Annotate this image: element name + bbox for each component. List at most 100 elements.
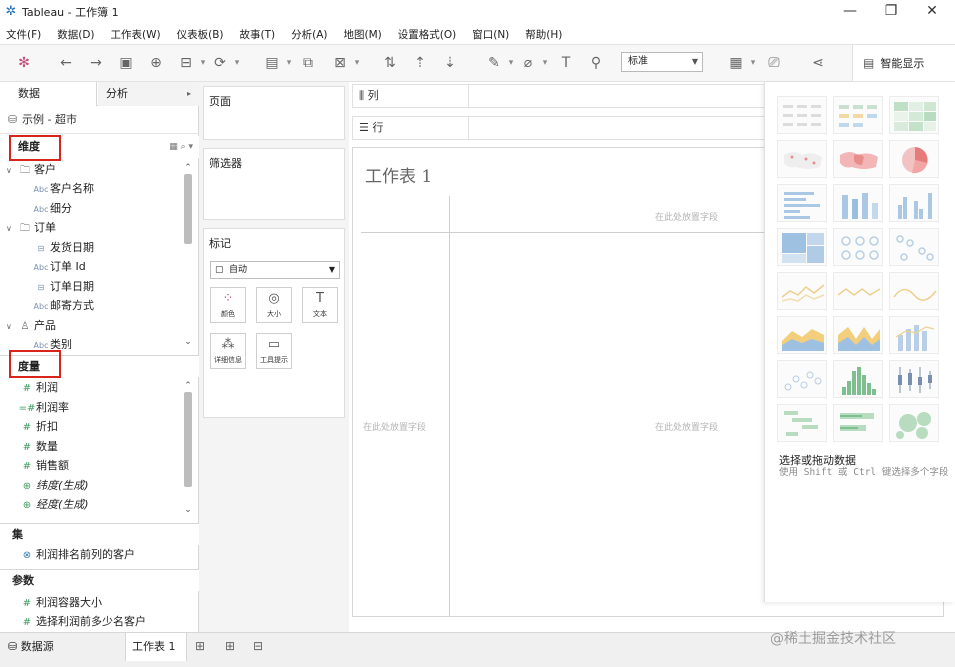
chart-type-scatter[interactable] (777, 360, 827, 398)
labels-icon[interactable]: T (556, 53, 576, 73)
dimension-hierarchy-product[interactable]: ∨ ♙ 产品 (6, 316, 56, 335)
menu-story[interactable]: 故事(T) (240, 27, 276, 42)
refresh-icon[interactable]: ⟳ (210, 53, 230, 73)
new-worksheet-icon[interactable]: ⊞ (195, 639, 205, 653)
chart-type-point-map[interactable] (777, 140, 827, 178)
text-mark-button[interactable]: T 文本 (302, 287, 338, 323)
maximize-button[interactable]: ❐ (871, 0, 911, 24)
measure-field[interactable]: # 销售额 (18, 456, 69, 475)
fit-icon[interactable]: ▦ (726, 53, 746, 73)
new-datasource-icon[interactable]: ⊕ (146, 53, 166, 73)
chart-type-treemap[interactable] (777, 228, 827, 266)
measure-field[interactable]: # 利润 (18, 378, 58, 397)
minimize-button[interactable]: — (830, 0, 870, 24)
back-icon[interactable]: ← (56, 53, 76, 73)
size-mark-button[interactable]: ◎ 大小 (256, 287, 292, 323)
column-drop-hint[interactable]: 在此处放置字段 (655, 210, 718, 223)
clear-sheet-icon[interactable]: ⊠ (330, 53, 350, 73)
share-icon[interactable]: ⋖ (808, 53, 828, 73)
dimension-field[interactable]: Abc 客户名称 (32, 179, 94, 198)
scroll-up-icon[interactable]: ⌃ (182, 162, 194, 174)
chart-type-horizontal-bar[interactable] (777, 184, 827, 222)
chart-type-stacked-bar[interactable] (833, 184, 883, 222)
chart-type-area-continuous[interactable] (777, 316, 827, 354)
chart-type-pie[interactable] (889, 140, 939, 178)
chart-type-area-discrete[interactable] (833, 316, 883, 354)
chart-type-dual-combination[interactable] (889, 316, 939, 354)
chart-type-filled-map[interactable] (833, 140, 883, 178)
pause-update-icon[interactable]: ⊟ (176, 53, 196, 73)
highlight-dropdown-icon[interactable]: ▾ (506, 53, 516, 73)
save-icon[interactable]: ▣ (116, 53, 136, 73)
menu-format[interactable]: 设置格式(O) (398, 27, 456, 42)
menu-file[interactable]: 文件(F) (6, 27, 41, 42)
dimension-field[interactable]: Abc 细分 (32, 199, 72, 218)
tab-data[interactable]: 数据 (0, 82, 97, 106)
chart-type-text-table[interactable] (777, 96, 827, 134)
dimension-field[interactable]: ⊟ 发货日期 (32, 238, 94, 257)
dimension-field[interactable]: ⊟ 订单日期 (32, 277, 94, 296)
view-mode-select[interactable]: 标准 ▼ (621, 52, 703, 72)
new-worksheet-dropdown-icon[interactable]: ▾ (284, 53, 294, 73)
new-dashboard-icon[interactable]: ⊞ (225, 639, 235, 653)
chart-type-symbol-map[interactable] (833, 96, 883, 134)
dimension-folder-order[interactable]: ∨ 🗀 订单 (6, 218, 56, 237)
chart-type-gantt[interactable] (777, 404, 827, 442)
new-worksheet-icon[interactable]: ▤ (262, 53, 282, 73)
scroll-thumb[interactable] (184, 392, 192, 487)
color-mark-button[interactable]: ⁘ 颜色 (210, 287, 246, 323)
chart-type-histogram[interactable] (833, 360, 883, 398)
datasource-item[interactable]: ⛁ 示例 - 超市 (0, 106, 199, 134)
measure-field[interactable]: ⊕ 纬度(生成) (18, 476, 89, 495)
parameter-field[interactable]: # 利润容器大小 (18, 593, 102, 612)
sort-ascending-icon[interactable]: ⇡ (410, 53, 430, 73)
measures-scrollbar[interactable]: ⌃ ⌄ (182, 378, 194, 518)
menu-window[interactable]: 窗口(N) (472, 27, 509, 42)
chart-type-bullet[interactable] (833, 404, 883, 442)
chart-type-side-by-side-bar[interactable] (889, 184, 939, 222)
scroll-down-icon[interactable]: ⌄ (182, 504, 194, 516)
sheet-title[interactable]: 工作表 1 (365, 162, 432, 187)
scroll-thumb[interactable] (184, 174, 192, 244)
columns-shelf[interactable]: ⫼ 列 (352, 84, 768, 108)
pane-menu-icon[interactable]: ▸ (187, 82, 191, 106)
menu-worksheet[interactable]: 工作表(W) (111, 27, 161, 42)
menu-analysis[interactable]: 分析(A) (291, 27, 327, 42)
measure-field[interactable]: ⊕ 经度(生成) (18, 495, 89, 514)
search-icon[interactable]: ▦ ⌕ ▾ (169, 136, 193, 158)
dimensions-scrollbar[interactable]: ⌃ ⌄ (182, 160, 194, 350)
group-icon[interactable]: ⌀ (518, 53, 538, 73)
presentation-icon[interactable]: ⎚ (764, 53, 784, 73)
row-drop-hint[interactable]: 在此处放置字段 (363, 420, 426, 433)
tableau-home-icon[interactable]: ✻ (14, 53, 34, 73)
rows-shelf[interactable]: ☰ 行 (352, 116, 768, 140)
measure-field[interactable]: # 数量 (18, 437, 58, 456)
pin-icon[interactable]: ⚲ (586, 53, 606, 73)
menu-data[interactable]: 数据(D) (57, 27, 94, 42)
chart-type-side-by-side-circle[interactable] (889, 228, 939, 266)
scroll-up-icon[interactable]: ⌃ (182, 380, 194, 392)
tab-analysis[interactable]: 分析 ▸ (98, 82, 199, 106)
menu-map[interactable]: 地图(M) (344, 27, 382, 42)
parameter-field[interactable]: # 选择利润前多少名客户 (18, 612, 146, 631)
chart-type-box-plot[interactable] (889, 360, 939, 398)
sort-descending-icon[interactable]: ⇣ (440, 53, 460, 73)
fit-dropdown-icon[interactable]: ▾ (748, 53, 758, 73)
swap-icon[interactable]: ⇅ (380, 53, 400, 73)
pause-dropdown-icon[interactable]: ▾ (198, 53, 208, 73)
close-button[interactable]: ✕ (912, 0, 952, 24)
chart-type-heatmap[interactable] (889, 96, 939, 134)
duplicate-icon[interactable]: ⧉ (298, 53, 318, 73)
measure-field[interactable]: =#利润率 (18, 398, 69, 417)
chart-type-packed-bubbles[interactable] (889, 404, 939, 442)
group-dropdown-icon[interactable]: ▾ (540, 53, 550, 73)
highlight-icon[interactable]: ✎ (484, 53, 504, 73)
dimension-folder-customer[interactable]: ∨ 🗀 客户 (6, 160, 56, 179)
menu-dashboard[interactable]: 仪表板(B) (177, 27, 224, 42)
detail-mark-button[interactable]: ⁂ 详细信息 (210, 333, 246, 369)
sheet-tab[interactable]: 工作表 1 (125, 633, 187, 661)
refresh-dropdown-icon[interactable]: ▾ (232, 53, 242, 73)
chart-type-circle-view[interactable] (833, 228, 883, 266)
mark-type-select[interactable]: ▢ 自动 ▼ (210, 261, 340, 279)
field-drop-hint[interactable]: 在此处放置字段 (655, 420, 718, 433)
